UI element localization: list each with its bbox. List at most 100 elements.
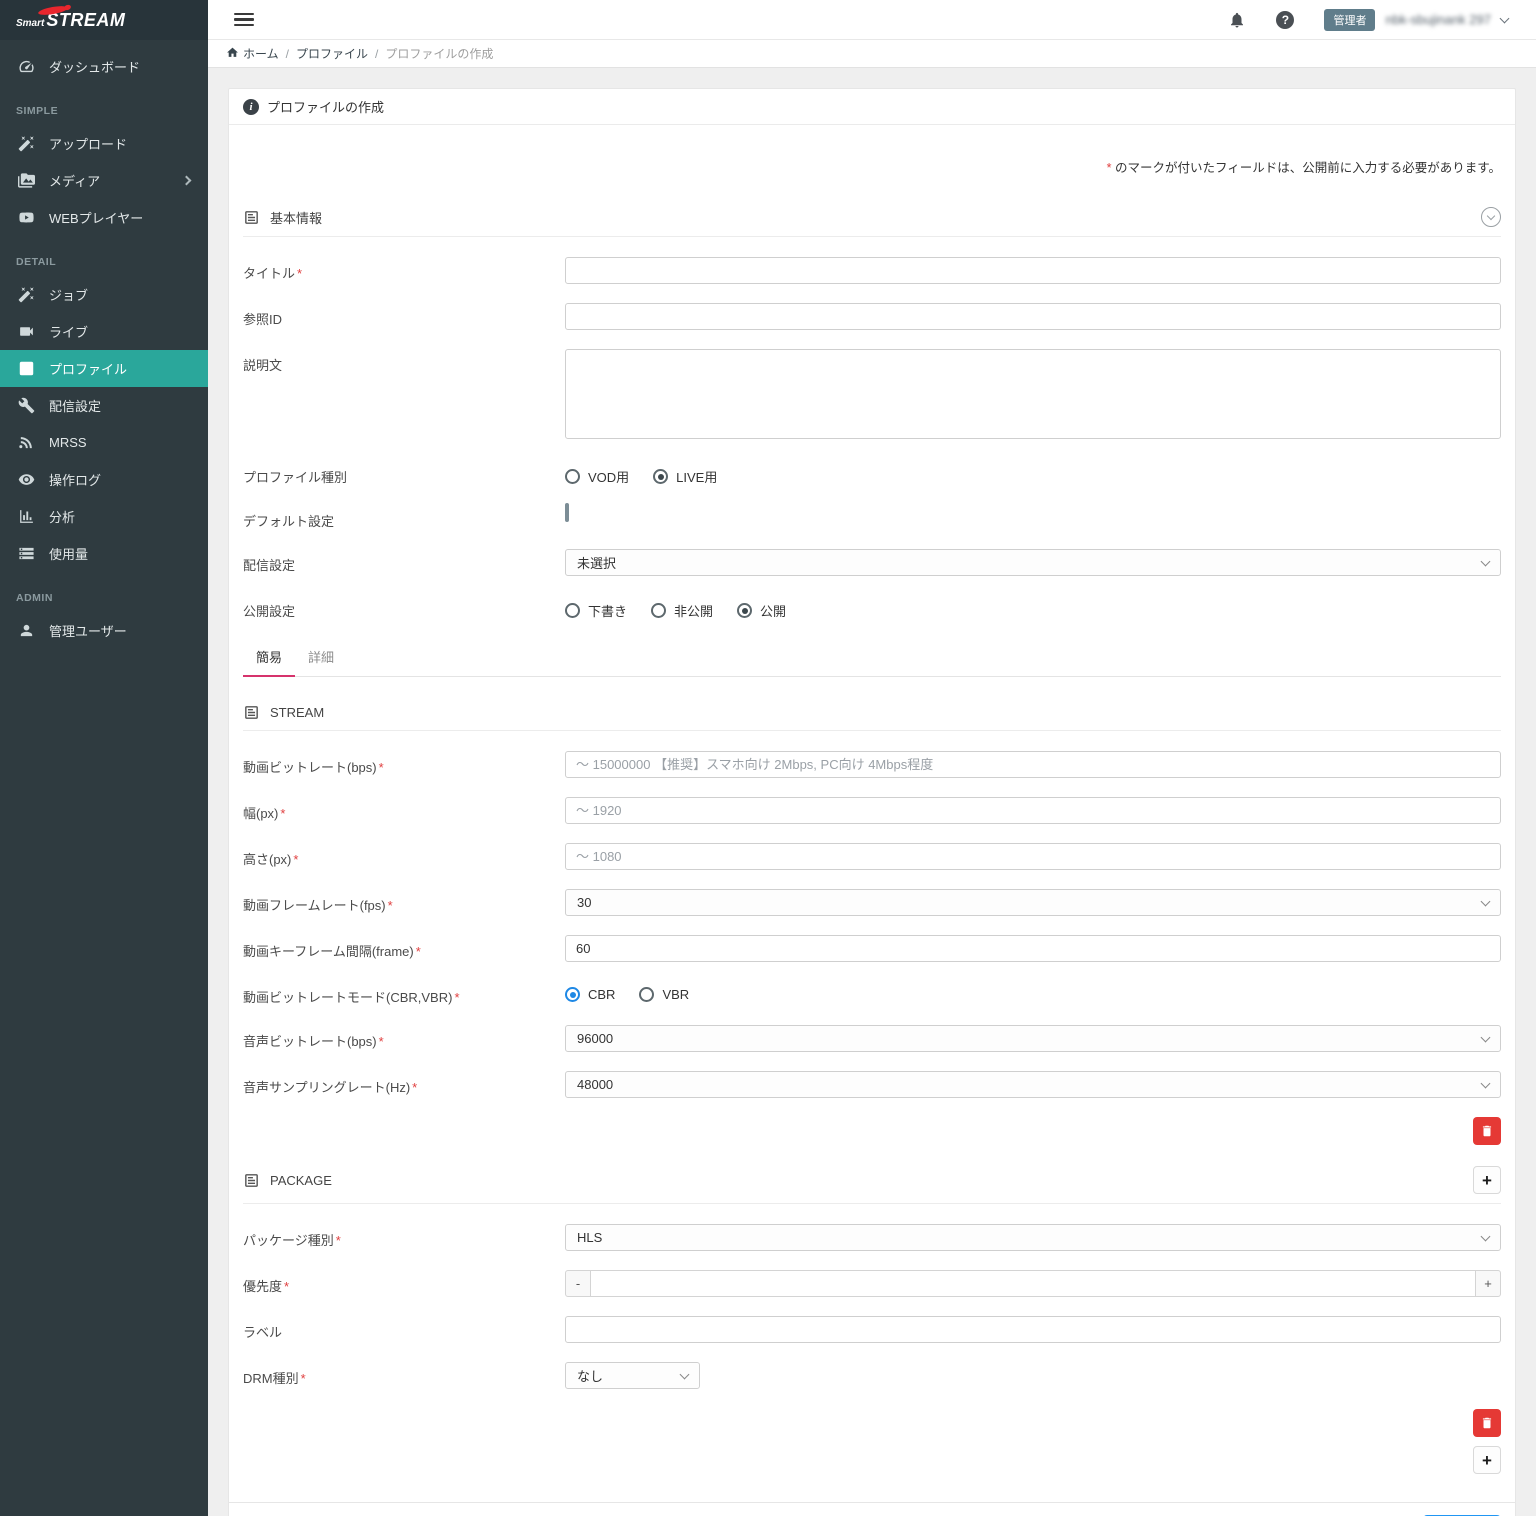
title-input[interactable]: [565, 257, 1501, 284]
field-width: 幅(px) *: [243, 797, 1501, 824]
field-framerate: 動画フレームレート(fps) * 30: [243, 889, 1501, 916]
sidebar-nav: ダッシュボード SIMPLE アップロード メディア WEBプレイヤー DETA…: [0, 40, 208, 649]
help-icon[interactable]: ?: [1276, 10, 1295, 29]
breadcrumb-separator: /: [285, 46, 289, 61]
sidebar-item-profile[interactable]: プロファイル: [0, 350, 208, 387]
bell-icon[interactable]: [1228, 11, 1246, 29]
media-icon: [16, 171, 36, 191]
field-publish-setting: 公開設定 下書き 非公開 公開: [243, 595, 1501, 620]
document-icon: [243, 704, 260, 721]
brand-small: Smart: [16, 17, 45, 29]
radio-circle-icon: [565, 987, 580, 1002]
sidebar-item-media[interactable]: メディア: [0, 162, 208, 199]
sidebar-item-dashboard[interactable]: ダッシュボード: [0, 48, 208, 85]
field-priority: 優先度 * - +: [243, 1270, 1501, 1297]
trash-icon: [1482, 1417, 1492, 1429]
sidebar-label: 使用量: [49, 547, 89, 562]
sidebar-item-live[interactable]: ライブ: [0, 313, 208, 350]
radio-circle-icon: [565, 469, 580, 484]
priority-input[interactable]: [591, 1270, 1475, 1297]
chevron-down-icon: [1480, 1032, 1491, 1042]
reference-id-input[interactable]: [565, 303, 1501, 330]
field-title: タイトル *: [243, 257, 1501, 284]
chevron-down-icon: [679, 1369, 690, 1379]
section-stream: STREAM: [243, 695, 1501, 731]
radio-cbr[interactable]: CBR: [565, 987, 615, 1002]
radio-draft[interactable]: 下書き: [565, 601, 627, 620]
tab-detail[interactable]: 詳細: [295, 639, 347, 676]
required-fields-note: * のマークが付いたフィールドは、公開前に入力する必要があります。: [1106, 161, 1501, 175]
trash-icon: [1482, 1125, 1492, 1137]
package-type-select[interactable]: HLS: [565, 1224, 1501, 1251]
default-setting-checkbox[interactable]: [565, 503, 569, 522]
hamburger-menu-icon[interactable]: [234, 10, 254, 30]
sidebar-label: 分析: [49, 510, 76, 525]
radio-public[interactable]: 公開: [737, 601, 786, 620]
delete-package-button[interactable]: [1473, 1409, 1501, 1437]
section-title: STREAM: [270, 705, 325, 720]
field-profile-type: プロファイル種別 VOD用 LIVE用: [243, 461, 1501, 486]
sidebar-section-admin: ADMIN: [16, 592, 53, 604]
radio-circle-icon: [651, 603, 667, 618]
sidebar-item-usage[interactable]: 使用量: [0, 535, 208, 572]
field-reference-id: 参照ID: [243, 303, 1501, 330]
drm-type-select[interactable]: なし: [565, 1362, 700, 1389]
sidebar-item-admin-user[interactable]: 管理ユーザー: [0, 612, 208, 649]
sidebar-item-webplayer[interactable]: WEBプレイヤー: [0, 199, 208, 236]
delete-stream-button[interactable]: [1473, 1117, 1501, 1145]
header-actions: ? 管理者 nbk-sbujinank 297: [1228, 8, 1510, 31]
field-video-bitrate: 動画ビットレート(bps) *: [243, 751, 1501, 778]
collapse-chevron-icon[interactable]: [1481, 207, 1501, 227]
audio-bitrate-select[interactable]: 96000: [565, 1025, 1501, 1052]
sidebar-item-analysis[interactable]: 分析: [0, 498, 208, 535]
user-menu[interactable]: 管理者 nbk-sbujinank 297: [1324, 8, 1510, 31]
radio-circle-icon: [639, 987, 655, 1002]
sidebar-item-job[interactable]: ジョブ: [0, 276, 208, 313]
radio-vbr[interactable]: VBR: [639, 987, 689, 1002]
audio-sampling-select[interactable]: 48000: [565, 1071, 1501, 1098]
field-height: 高さ(px) *: [243, 843, 1501, 870]
radio-live[interactable]: LIVE用: [653, 467, 717, 486]
width-input[interactable]: [565, 797, 1501, 824]
field-delivery-setting: 配信設定 未選択: [243, 549, 1501, 576]
sidebar-item-operation-log[interactable]: 操作ログ: [0, 461, 208, 498]
breadcrumb-profile[interactable]: プロファイル: [296, 45, 368, 62]
brand-logo: Smart STREAM: [0, 0, 208, 40]
magic-wand-icon: [16, 285, 36, 305]
equalizer-icon: [16, 359, 36, 379]
height-input[interactable]: [565, 843, 1501, 870]
priority-stepper: - +: [565, 1270, 1501, 1297]
sidebar-item-delivery-settings[interactable]: 配信設定: [0, 387, 208, 424]
description-textarea[interactable]: [565, 349, 1501, 439]
add-another-package-button[interactable]: +: [1473, 1446, 1501, 1474]
chevron-down-icon: [1480, 1078, 1491, 1088]
package-actions: +: [243, 1409, 1501, 1474]
sidebar-item-upload[interactable]: アップロード: [0, 125, 208, 162]
radio-vod[interactable]: VOD用: [565, 467, 629, 486]
sidebar-label: メディア: [49, 174, 101, 189]
sidebar-label: 管理ユーザー: [49, 624, 127, 639]
add-package-button[interactable]: +: [1473, 1166, 1501, 1194]
breadcrumb-separator: /: [375, 46, 379, 61]
card-body: * のマークが付いたフィールドは、公開前に入力する必要があります。 基本情報 タ…: [229, 125, 1515, 1474]
sidebar-item-mrss[interactable]: MRSS: [0, 424, 208, 461]
radio-private[interactable]: 非公開: [651, 601, 713, 620]
sidebar-label: ライブ: [49, 325, 89, 340]
keyframe-interval-input[interactable]: [565, 935, 1501, 962]
top-header: ? 管理者 nbk-sbujinank 297: [208, 0, 1536, 40]
framerate-select[interactable]: 30: [565, 889, 1501, 916]
sidebar: Smart STREAM ダッシュボード SIMPLE アップロード メディア …: [0, 0, 208, 1516]
page-title: プロファイルの作成: [267, 100, 385, 115]
username: nbk-sbujinank 297: [1385, 12, 1491, 27]
sidebar-label: アップロード: [49, 137, 128, 152]
priority-increment-button[interactable]: +: [1475, 1270, 1501, 1297]
video-bitrate-input[interactable]: [565, 751, 1501, 778]
breadcrumb-home[interactable]: ホーム: [226, 45, 279, 62]
label-input[interactable]: [565, 1316, 1501, 1343]
tab-simple[interactable]: 簡易: [243, 639, 296, 677]
priority-decrement-button[interactable]: -: [565, 1270, 591, 1297]
section-basic-info: 基本情報: [243, 198, 1501, 237]
delivery-setting-select[interactable]: 未選択: [565, 549, 1501, 576]
document-icon: [243, 209, 260, 226]
home-icon: [226, 46, 239, 62]
